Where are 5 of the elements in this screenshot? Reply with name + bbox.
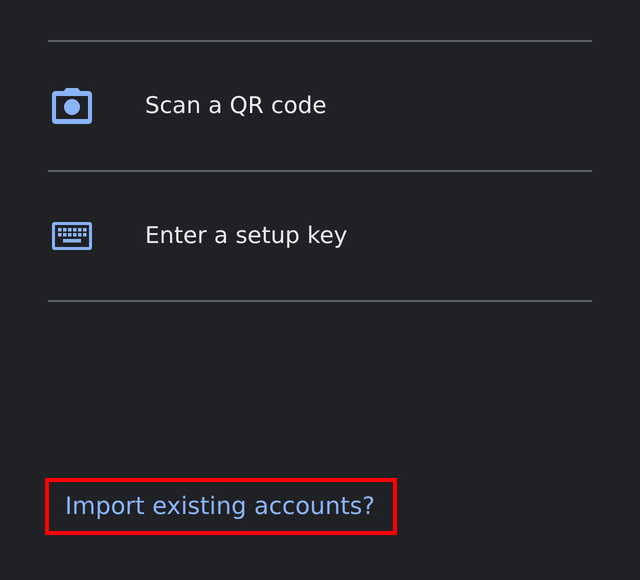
keyboard-icon [52, 222, 92, 250]
option-item[interactable]: Enter a setup key [48, 172, 592, 302]
import-accounts-link[interactable]: Import existing accounts? [65, 492, 376, 520]
camera-icon [52, 88, 92, 124]
option-item[interactable]: Scan a QR code [48, 42, 592, 172]
